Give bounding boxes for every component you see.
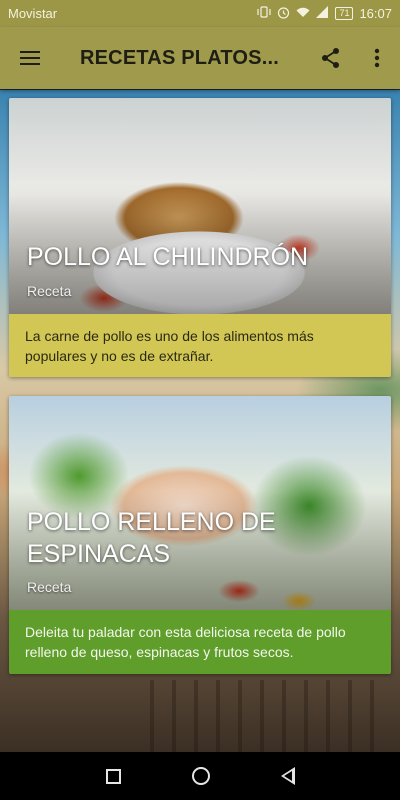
page-title: RECETAS PLATOS... <box>80 46 279 69</box>
share-icon[interactable] <box>308 27 354 89</box>
recipe-description: Deleita tu paladar con esta deliciosa re… <box>9 610 391 674</box>
recents-square-icon[interactable] <box>105 768 121 784</box>
recipe-type: Receta <box>27 579 72 595</box>
status-icons: 71 <box>257 6 354 22</box>
recipe-title: POLLO RELLENO DE ESPINACAS <box>27 508 276 568</box>
recipe-card[interactable]: POLLO RELLENO DE ESPINACAS Receta Deleit… <box>9 396 391 674</box>
app-toolbar: RECETAS PLATOS... <box>0 27 400 89</box>
background-chair <box>150 680 380 752</box>
recipe-photo[interactable]: POLLO RELLENO DE ESPINACAS Receta <box>9 396 391 610</box>
back-triangle-icon[interactable] <box>280 767 295 785</box>
clock: 16:07 <box>359 6 392 21</box>
recipe-card[interactable]: POLLO AL CHILINDRÓN Receta La carne de p… <box>9 98 391 377</box>
signal-icon <box>316 6 329 21</box>
home-circle-icon[interactable] <box>191 767 210 785</box>
recipe-type: Receta <box>27 283 72 299</box>
recipe-title: POLLO AL CHILINDRÓN <box>27 243 309 271</box>
vibrate-icon <box>257 6 272 21</box>
system-nav-bar <box>0 752 400 800</box>
wifi-icon <box>296 7 310 21</box>
alarm-icon <box>277 6 290 22</box>
battery-icon: 71 <box>335 7 354 20</box>
more-vert-icon[interactable] <box>354 27 400 89</box>
carrier-name: Movistar <box>8 6 58 21</box>
status-bar: Movistar 71 16:07 <box>0 0 400 27</box>
recipe-description: La carne de pollo es uno de los alimento… <box>9 314 391 377</box>
hamburger-menu-icon[interactable] <box>0 27 60 89</box>
recipe-photo[interactable]: POLLO AL CHILINDRÓN Receta <box>9 98 391 314</box>
